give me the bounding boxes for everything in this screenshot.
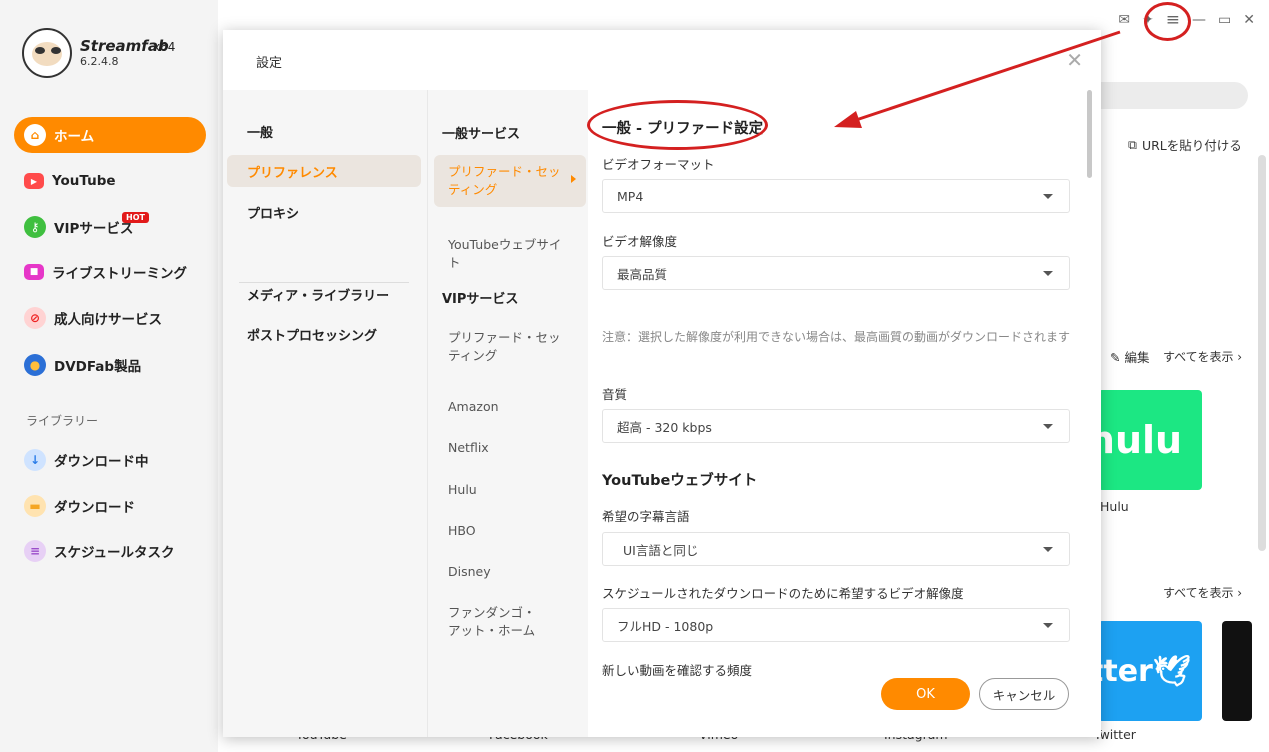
scheduled-resolution-select[interactable]: フルHD - 1080p: [602, 608, 1070, 642]
sidebar-item-label: DVDFab製品: [54, 359, 142, 375]
maximize-icon[interactable]: ▭: [1218, 12, 1231, 28]
camera-icon: ■: [24, 264, 44, 280]
sidebar-item-label: ホーム: [54, 129, 95, 145]
dialog-title: 設定: [256, 56, 283, 71]
sidebar-item-label: ダウンロード: [54, 500, 135, 516]
dialog-close-icon[interactable]: ✕: [1066, 48, 1083, 72]
hulu-caption: Hulu: [1100, 499, 1129, 514]
tiktok-tile[interactable]: [1222, 621, 1252, 721]
subcategory-youtube[interactable]: YouTubeウェブサイト: [434, 228, 586, 280]
annotation-circle-title: [587, 100, 768, 150]
show-all-link-2[interactable]: すべてを表示 ›: [1163, 584, 1242, 601]
pencil-icon: ✎: [1110, 350, 1125, 365]
sidebar-item-downloaded[interactable]: ▬ ダウンロード: [14, 488, 206, 524]
settings-content: 一般 - プリファード設定 ビデオフォーマット MP4 ビデオ解像度 最高品質 …: [589, 90, 1101, 680]
sidebar-item-label: ダウンロード中: [54, 454, 149, 470]
sidebar-item-schedule[interactable]: ≡ スケジュールタスク: [14, 533, 206, 569]
hulu-tile[interactable]: hulu: [1098, 390, 1202, 490]
audio-quality-label: 音質: [602, 387, 628, 402]
category-general[interactable]: 一般: [227, 115, 421, 147]
chevron-down-icon: [1043, 547, 1053, 552]
subcategory-netflix[interactable]: Netflix: [434, 431, 586, 465]
sidebar-item-label: 成人向けサービス: [54, 312, 162, 328]
youtube-icon: ▶: [24, 173, 44, 189]
adult-icon: ⊘: [24, 307, 46, 329]
annotation-circle-menu: [1144, 2, 1191, 41]
show-all-link-1[interactable]: すべてを表示 ›: [1163, 348, 1242, 365]
twitter-tile[interactable]: tter🕊: [1098, 621, 1202, 721]
ok-button[interactable]: OK: [881, 678, 970, 710]
search-bar[interactable]: [1088, 82, 1248, 109]
main-scrollbar[interactable]: [1258, 155, 1266, 551]
paste-icon: ⧉: [1128, 136, 1137, 152]
resolution-note: 注意：選択した解像度が利用できない場合は、最高画質の動画がダウンロードされます: [602, 330, 1071, 344]
key-icon: ⚷: [24, 216, 46, 238]
subcategory-hbo[interactable]: HBO: [434, 514, 586, 548]
video-format-select[interactable]: MP4: [602, 179, 1070, 213]
app-window: Streamfab x64 6.2.4.8 ⌂ ホーム ▶ YouTube ⚷ …: [0, 0, 1269, 752]
chevron-down-icon: [1043, 271, 1053, 276]
sidebar-item-label: ライブストリーミング: [52, 266, 187, 282]
general-services-header: 一般サービス: [442, 127, 521, 142]
sidebar-item-adult[interactable]: ⊘ 成人向けサービス: [14, 300, 206, 336]
sidebar-item-vip[interactable]: ⚷ VIPサービス HOT: [14, 209, 206, 245]
sidebar-item-label: YouTube: [52, 173, 116, 189]
section-title-youtube: YouTubeウェブサイト: [602, 473, 758, 489]
check-frequency-label: 新しい動画を確認する頻度: [602, 663, 753, 678]
arch-label: x64: [153, 40, 176, 54]
minimize-icon[interactable]: —: [1192, 12, 1206, 28]
chevron-down-icon: [1043, 424, 1053, 429]
settings-subcategory-list: 一般サービス プリファード・セッティング YouTubeウェブサイト VIPサー…: [427, 90, 588, 737]
video-resolution-label: ビデオ解像度: [602, 234, 678, 249]
mail-icon[interactable]: ✉: [1118, 12, 1130, 28]
subcategory-vip-preferred[interactable]: プリファード・セッティング: [434, 321, 586, 373]
category-preference[interactable]: プリファレンス: [227, 155, 421, 187]
subtitle-language-label: 希望の字幕言語: [602, 509, 690, 524]
library-header: ライブラリー: [26, 414, 99, 428]
chevron-down-icon: [1043, 194, 1053, 199]
sidebar-item-home[interactable]: ⌂ ホーム: [14, 117, 206, 153]
chevron-down-icon: [1043, 623, 1053, 628]
category-proxy[interactable]: プロキシ: [227, 196, 421, 228]
audio-quality-select[interactable]: 超高 - 320 kbps: [602, 409, 1070, 443]
content-scrollbar[interactable]: [1087, 90, 1092, 178]
subcategory-amazon[interactable]: Amazon: [434, 390, 586, 424]
settings-category-list: 一般 プリファレンス プロキシ メディア・ライブラリー ポストプロセッシング: [223, 90, 427, 737]
scheduled-resolution-label: スケジュールされたダウンロードのために希望するビデオ解像度: [602, 586, 964, 601]
category-media-library[interactable]: メディア・ライブラリー: [227, 278, 421, 310]
subcategory-preferred-settings[interactable]: プリファード・セッティング: [434, 155, 586, 207]
sloth-logo: [22, 28, 72, 78]
sidebar-item-downloading[interactable]: ↓ ダウンロード中: [14, 442, 206, 478]
sidebar-item-dvdfab[interactable]: ● DVDFab製品: [14, 347, 206, 383]
arrow-right-icon: [571, 175, 576, 183]
vip-services-header: VIPサービス: [442, 292, 519, 307]
video-format-label: ビデオフォーマット: [602, 157, 715, 172]
paste-url-button[interactable]: ⧉ URLを貼り付ける: [1128, 135, 1242, 154]
dvdfab-icon: ●: [24, 354, 46, 376]
sidebar-item-youtube[interactable]: ▶ YouTube: [14, 163, 206, 199]
close-icon[interactable]: ✕: [1243, 12, 1255, 28]
twitter-bird-icon: 🕊: [1152, 653, 1191, 689]
sidebar-item-label: スケジュールタスク: [54, 545, 175, 561]
cancel-button[interactable]: キャンセル: [979, 678, 1069, 710]
category-post-processing[interactable]: ポストプロセッシング: [227, 318, 421, 350]
subcategory-hulu[interactable]: Hulu: [434, 473, 586, 507]
home-icon: ⌂: [24, 124, 46, 146]
download-arrow-icon: ↓: [24, 449, 46, 471]
video-resolution-select[interactable]: 最高品質: [602, 256, 1070, 290]
schedule-list-icon: ≡: [24, 540, 46, 562]
subcategory-fandango[interactable]: ファンダンゴ・アット・ホーム: [434, 596, 554, 648]
hot-badge: HOT: [122, 212, 149, 223]
version-label: 6.2.4.8: [80, 55, 119, 68]
folder-icon: ▬: [24, 495, 46, 517]
subtitle-language-select[interactable]: UI言語と同じ: [602, 532, 1070, 566]
edit-button[interactable]: ✎ 編集: [1110, 347, 1149, 366]
subcategory-disney[interactable]: Disney: [434, 555, 586, 589]
sidebar: Streamfab x64 6.2.4.8 ⌂ ホーム ▶ YouTube ⚷ …: [0, 0, 218, 752]
sidebar-item-live[interactable]: ■ ライブストリーミング: [14, 254, 206, 290]
